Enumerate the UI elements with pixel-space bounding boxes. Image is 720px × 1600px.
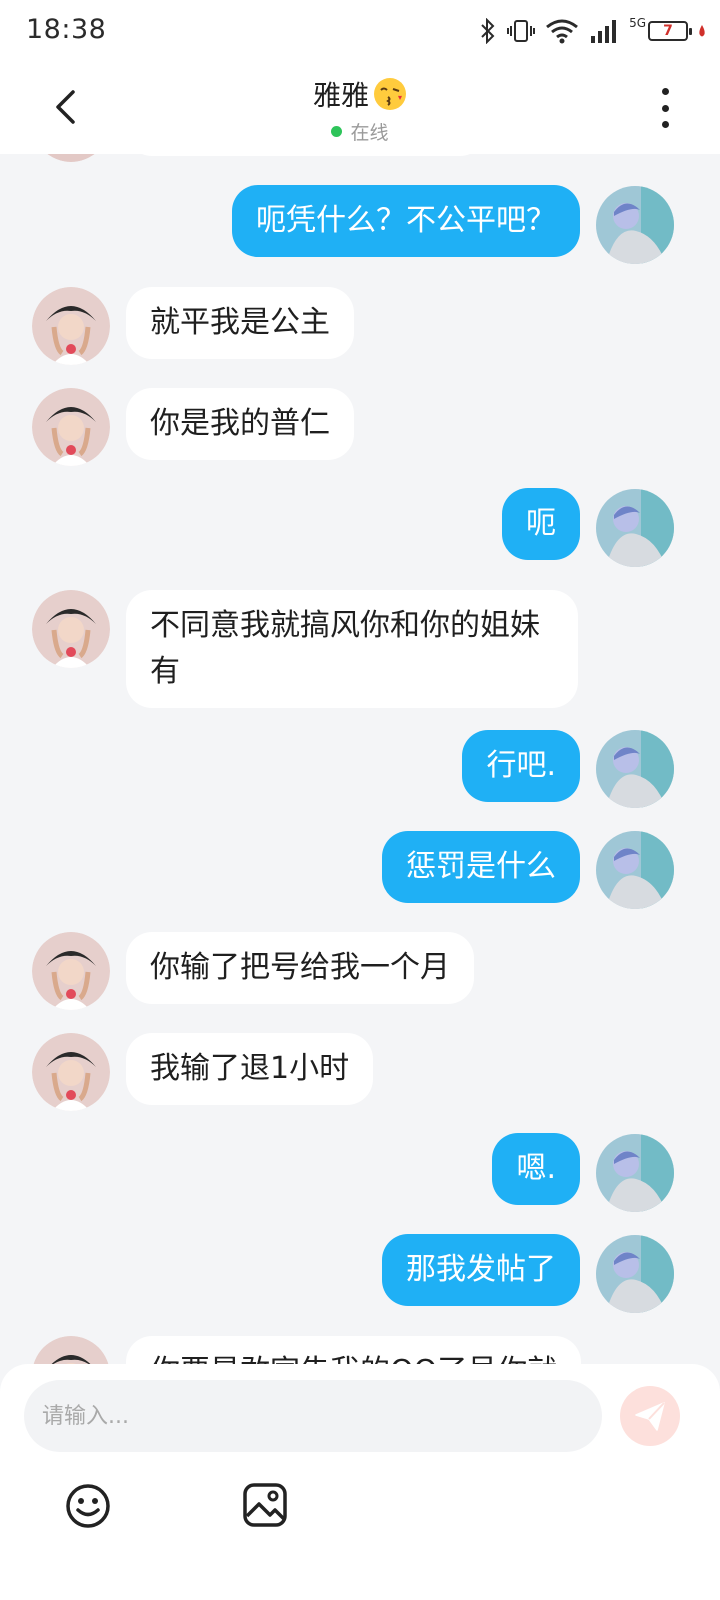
self-avatar[interactable] <box>596 831 674 909</box>
message-input[interactable] <box>24 1380 602 1452</box>
message-bubble-sent[interactable]: 呃凭什么？不公平吧？ <box>232 185 580 257</box>
presence-label: 在线 <box>350 122 389 144</box>
presence-status: 在线 <box>0 118 720 145</box>
network-type: 5G <box>629 16 646 30</box>
contact-name: 雅雅 <box>312 79 369 112</box>
more-vertical-icon-dot <box>661 88 669 95</box>
self-avatar[interactable] <box>596 1235 674 1313</box>
message-bubble-received[interactable]: 你要是敢宣告我的QQ了号你就 <box>126 1336 582 1364</box>
message-composer <box>0 1364 720 1600</box>
chat-header: 雅雅 在线 <box>0 62 720 154</box>
status-icons: 5G 7 <box>479 16 706 46</box>
self-avatar[interactable] <box>596 186 674 264</box>
message-bubble-received[interactable]: 你输了把号给我一个月 <box>126 932 474 1004</box>
message-bubble-received[interactable]: 不同意我就搞风你和你的姐妹有 <box>126 590 578 708</box>
self-avatar[interactable] <box>596 1134 674 1212</box>
message-bubble-partial <box>126 154 486 156</box>
title-block: 雅雅 在线 <box>0 74 720 145</box>
battery-icon: 7 <box>648 21 692 41</box>
signal-icon <box>591 20 617 43</box>
contact-avatar[interactable] <box>32 1336 110 1364</box>
kissing-face-emoji-icon <box>374 78 406 110</box>
contact-avatar[interactable] <box>32 590 110 668</box>
message-bubble-sent[interactable]: 嗯. <box>492 1133 580 1205</box>
more-options-button[interactable] <box>650 88 680 128</box>
message-list[interactable]: 呃凭什么？不公平吧？ 就平我是公主 你是我的普仁 呃 不同意我就搞风你和你的姐妹… <box>0 154 720 1364</box>
smiley-icon <box>66 1484 110 1528</box>
contact-avatar[interactable] <box>32 1033 110 1111</box>
message-bubble-sent[interactable]: 那我发帖了 <box>382 1234 580 1306</box>
contact-avatar[interactable] <box>32 154 110 162</box>
message-bubble-sent[interactable]: 呃 <box>502 488 580 560</box>
bluetooth-icon <box>481 18 495 44</box>
self-avatar[interactable] <box>596 489 674 567</box>
message-bubble-received[interactable]: 我输了退1小时 <box>126 1033 374 1105</box>
chat-title: 雅雅 <box>313 74 407 114</box>
paper-plane-icon <box>635 1402 665 1431</box>
more-vertical-icon-dot <box>661 121 669 128</box>
status-time: 18:38 <box>26 14 107 45</box>
image-icon <box>243 1483 287 1527</box>
send-button[interactable] <box>620 1386 680 1446</box>
contact-avatar[interactable] <box>32 287 110 365</box>
emoji-button[interactable] <box>64 1482 112 1530</box>
contact-avatar[interactable] <box>32 388 110 466</box>
battery-level: 7 <box>663 23 673 39</box>
more-vertical-icon-dot <box>661 104 669 112</box>
vibrate-icon <box>507 20 536 42</box>
message-bubble-received[interactable]: 你是我的普仁 <box>126 388 354 460</box>
wifi-icon <box>546 19 578 44</box>
low-battery-drop-icon <box>699 25 705 37</box>
message-bubble-sent[interactable]: 行吧. <box>462 730 580 802</box>
message-bubble-received[interactable]: 就平我是公主 <box>126 287 354 359</box>
online-dot-icon <box>331 126 343 137</box>
contact-avatar[interactable] <box>32 932 110 1010</box>
self-avatar[interactable] <box>596 730 674 808</box>
image-button[interactable] <box>242 1482 288 1528</box>
status-bar: 18:38 5G 7 <box>0 0 720 62</box>
message-bubble-sent[interactable]: 惩罚是什么 <box>382 831 580 903</box>
